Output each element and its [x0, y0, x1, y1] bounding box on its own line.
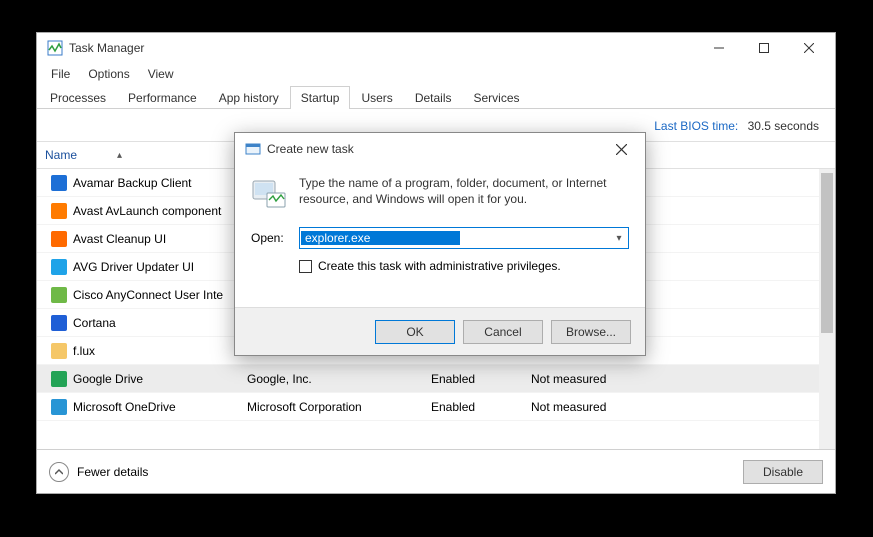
window-title: Task Manager [69, 41, 696, 55]
tab-users[interactable]: Users [350, 86, 403, 109]
footer: Fewer details Disable [37, 449, 835, 493]
bios-label: Last BIOS time: [654, 119, 738, 133]
menu-file[interactable]: File [43, 65, 78, 83]
titlebar[interactable]: Task Manager [37, 33, 835, 63]
scrollbar-thumb[interactable] [821, 173, 833, 333]
app-icon [51, 371, 67, 387]
app-icon [47, 40, 63, 56]
tab-services[interactable]: Services [463, 86, 531, 109]
app-icon [51, 287, 67, 303]
dialog-titlebar[interactable]: Create new task [235, 133, 645, 165]
create-new-task-dialog: Create new task Type the name of a progr… [234, 132, 646, 356]
app-icon [51, 315, 67, 331]
app-icon [51, 203, 67, 219]
tab-details[interactable]: Details [404, 86, 463, 109]
dialog-close-button[interactable] [601, 133, 641, 165]
cell-publisher: Microsoft Corporation [247, 400, 431, 414]
cell-impact: Not measured [531, 400, 671, 414]
menubar: File Options View [37, 63, 835, 85]
cell-name: Avast Cleanup UI [73, 232, 247, 246]
cell-name: Microsoft OneDrive [73, 400, 247, 414]
sort-indicator-icon: ▴ [117, 150, 122, 161]
cell-status: Enabled [431, 400, 531, 414]
run-icon [251, 175, 287, 211]
tab-app-history[interactable]: App history [208, 86, 290, 109]
cell-name: f.lux [73, 344, 247, 358]
cell-name: Cisco AnyConnect User Inte [73, 288, 247, 302]
minimize-button[interactable] [696, 33, 741, 63]
collapse-icon[interactable] [49, 462, 69, 482]
table-row[interactable]: Microsoft OneDriveMicrosoft CorporationE… [37, 393, 819, 421]
open-label: Open: [251, 231, 289, 245]
tab-startup[interactable]: Startup [290, 86, 351, 109]
cell-status: Enabled [431, 372, 531, 386]
cell-impact: Not measured [531, 372, 671, 386]
cell-name: AVG Driver Updater UI [73, 260, 247, 274]
app-icon [51, 259, 67, 275]
app-icon [51, 399, 67, 415]
app-icon [51, 343, 67, 359]
admin-checkbox[interactable] [299, 260, 312, 273]
cell-name: Google Drive [73, 372, 247, 386]
tab-processes[interactable]: Processes [39, 86, 117, 109]
cell-name: Avast AvLaunch component [73, 204, 247, 218]
tab-performance[interactable]: Performance [117, 86, 208, 109]
disable-button[interactable]: Disable [743, 460, 823, 484]
chevron-down-icon[interactable]: ▾ [610, 233, 628, 244]
browse-button[interactable]: Browse... [551, 320, 631, 344]
column-name[interactable]: Name ▴ [37, 148, 247, 162]
cell-publisher: Google, Inc. [247, 372, 431, 386]
open-combobox[interactable]: explorer.exe ▾ [299, 227, 629, 249]
admin-checkbox-label[interactable]: Create this task with administrative pri… [318, 259, 561, 273]
menu-options[interactable]: Options [80, 65, 137, 83]
tabstrip: Processes Performance App history Startu… [37, 85, 835, 109]
ok-button[interactable]: OK [375, 320, 455, 344]
cancel-button[interactable]: Cancel [463, 320, 543, 344]
dialog-footer: OK Cancel Browse... [235, 307, 645, 355]
vertical-scrollbar[interactable] [819, 169, 835, 449]
dialog-title: Create new task [267, 142, 601, 156]
close-button[interactable] [786, 33, 831, 63]
cell-name: Cortana [73, 316, 247, 330]
dialog-icon [245, 141, 261, 157]
cell-name: Avamar Backup Client [73, 176, 247, 190]
open-input[interactable]: explorer.exe [301, 231, 460, 245]
dialog-description: Type the name of a program, folder, docu… [299, 175, 629, 211]
app-icon [51, 231, 67, 247]
bios-value: 30.5 seconds [748, 119, 819, 133]
fewer-details-link[interactable]: Fewer details [77, 465, 148, 479]
maximize-button[interactable] [741, 33, 786, 63]
app-icon [51, 175, 67, 191]
table-row[interactable]: Google DriveGoogle, Inc.EnabledNot measu… [37, 365, 819, 393]
menu-view[interactable]: View [140, 65, 182, 83]
